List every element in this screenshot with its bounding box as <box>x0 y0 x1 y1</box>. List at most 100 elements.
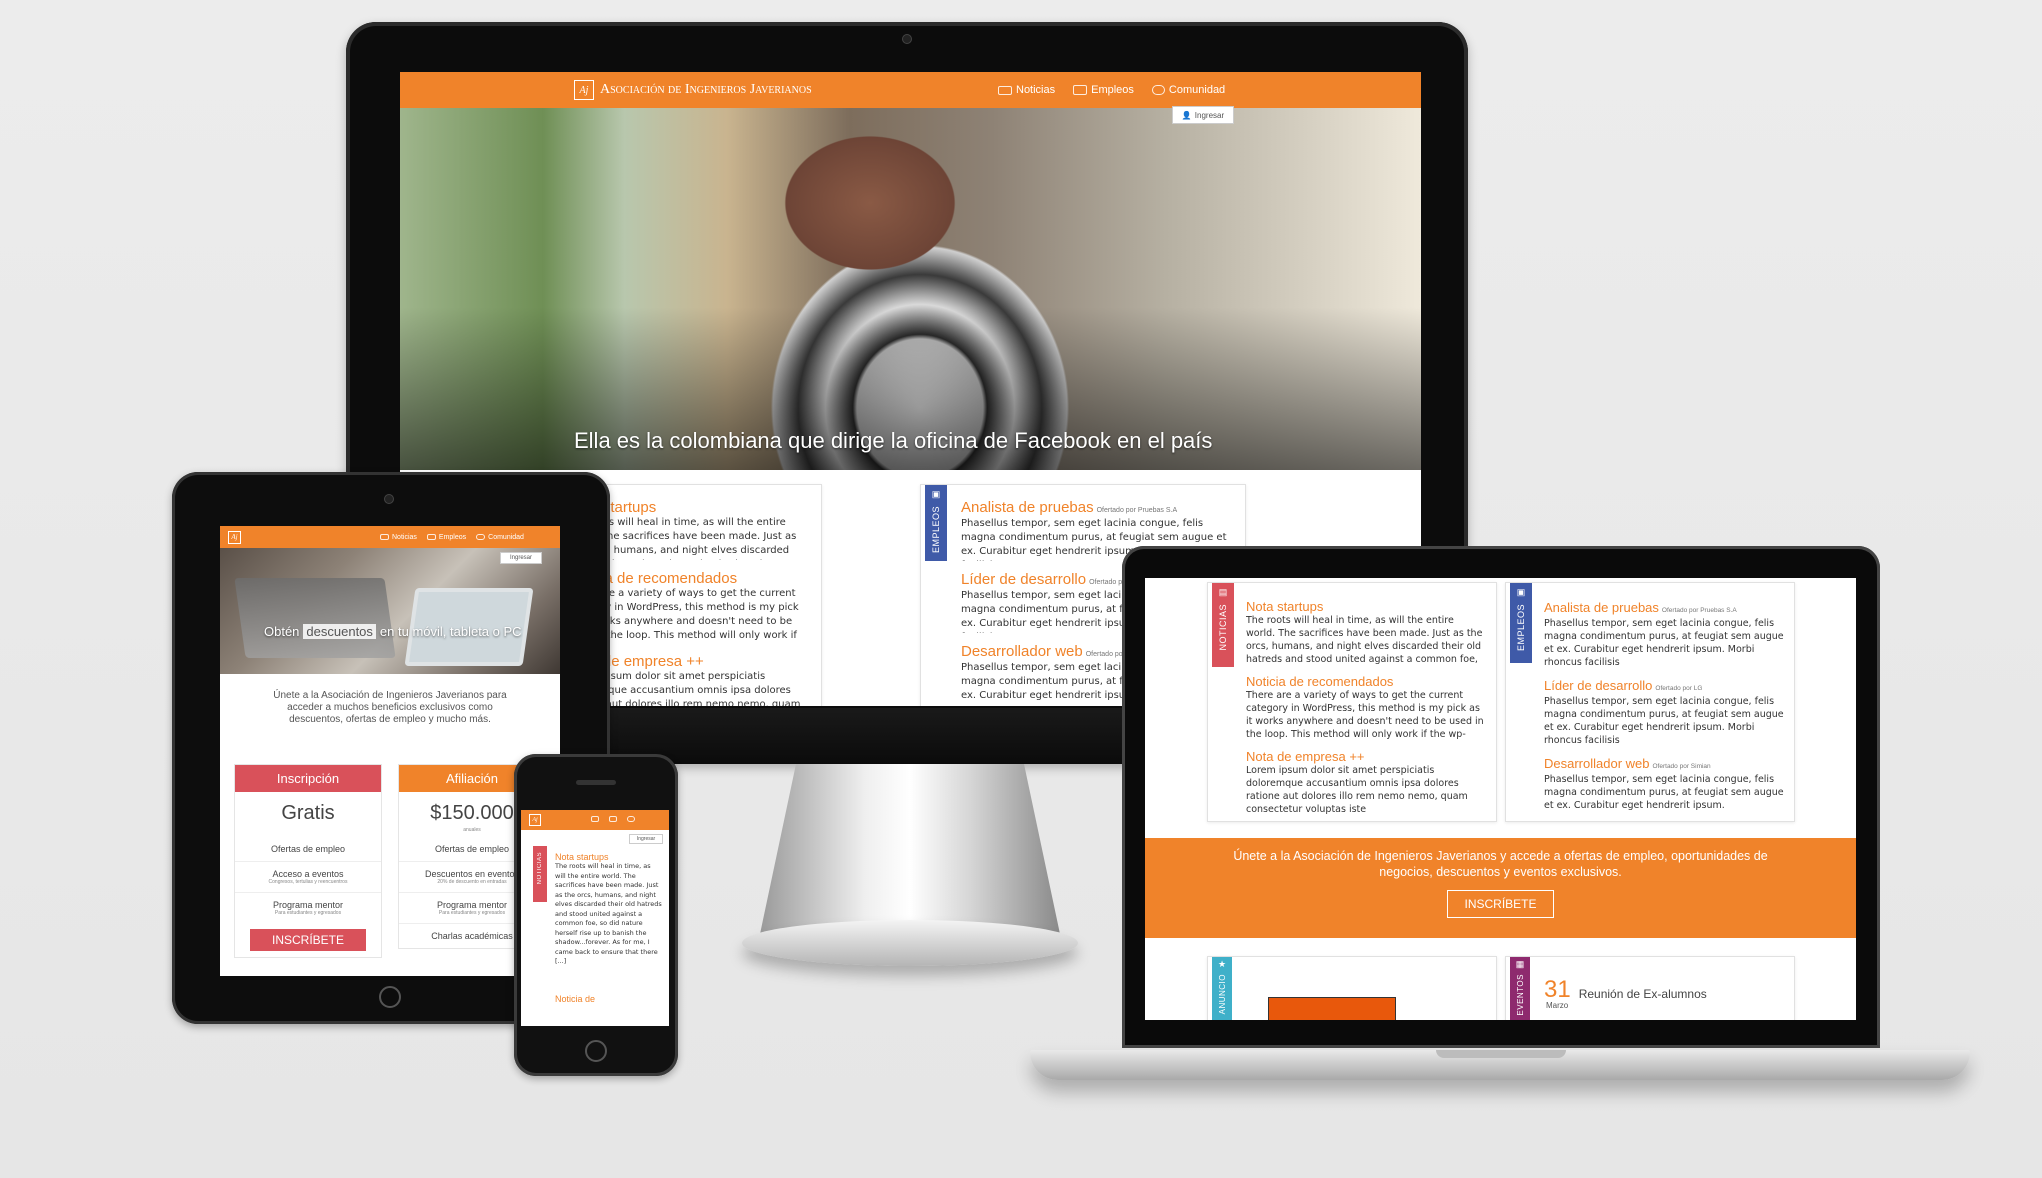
job-company: Ofertado por Pruebas S.A <box>1096 507 1178 514</box>
briefcase-icon <box>1073 85 1088 95</box>
join-text: Únete a la Asociación de Ingenieros Jave… <box>1233 849 1768 879</box>
newspaper-icon <box>998 85 1012 95</box>
announce-ribbon: ★ ANUNCIO <box>1212 957 1232 1020</box>
newspaper-icon <box>380 534 389 540</box>
signup-button[interactable]: INSCRÍBETE <box>1447 890 1554 918</box>
nav-label: Empleos <box>1091 84 1134 96</box>
chat-icon <box>476 534 486 540</box>
calendar-icon: ▦ <box>1515 959 1525 969</box>
jobs-card: ▣ EMPLEOS Analista de pruebas Ofertado po… <box>1505 582 1795 822</box>
job-item[interactable]: Analista de pruebas Ofertado por Pruebas … <box>961 499 1233 517</box>
tablet-hero[interactable]: Ingresar Obtén descuentos en tu móvil, t… <box>220 548 560 674</box>
news-label: NOTICIAS <box>1218 604 1228 651</box>
login-button[interactable]: Ingresar <box>629 834 663 844</box>
feature-label: Descuentos en eventos <box>424 869 520 879</box>
job-item[interactable]: Desarrollador web Ofertado por Simian <box>1544 755 1784 773</box>
event-item[interactable]: 31 Reunión de Ex-alumnos Marzo <box>1544 978 1707 1011</box>
news-title[interactable]: Noticia de <box>555 994 663 1004</box>
site-brand[interactable]: Asociación de Ingenieros Javerianos <box>600 82 812 98</box>
announcement-image[interactable] <box>1268 997 1396 1020</box>
briefcase-icon: ▣ <box>931 489 941 499</box>
news-excerpt: Lorem ipsum dolor sit amet perspiciatis … <box>1246 765 1468 815</box>
site-logo[interactable]: Aj <box>529 814 541 826</box>
caption-text: Obtén <box>264 624 300 639</box>
hero-caption[interactable]: Ella es la colombiana que dirige la ofic… <box>574 428 1212 454</box>
job-title: Desarrollador web <box>961 643 1083 660</box>
nav-noticias[interactable]: Noticias <box>998 72 1055 108</box>
site-navbar: Aj Noticias Empleos Comunidad <box>220 526 560 548</box>
news-card: ▤ NOTICIAS Nota startups The roots will … <box>1207 582 1497 822</box>
job-title: Analista de pruebas <box>1544 600 1659 615</box>
nav-label: Comunidad <box>488 533 524 541</box>
jobs-label: EMPLEOS <box>931 506 941 554</box>
site-logo[interactable]: Aj <box>228 530 241 544</box>
chat-icon <box>1151 85 1165 95</box>
plan-card-inscripcion: Inscripción Gratis Ofertas de empleo Acc… <box>234 764 382 958</box>
feature-label: Charlas académicas <box>431 931 513 941</box>
caption-text: en tu móvil, tableta o PC <box>379 624 522 639</box>
main-nav <box>591 816 635 822</box>
briefcase-icon <box>426 534 436 540</box>
news-title[interactable]: Nota startups <box>1246 599 1486 614</box>
tablet-home-button <box>379 986 401 1008</box>
announcement-card: ★ ANUNCIO <box>1207 956 1497 1020</box>
plan-name: Inscripción <box>235 765 381 792</box>
job-title: Desarrollador web <box>1544 756 1650 771</box>
tablet-screen: Aj Noticias Empleos Comunidad Ingresar O… <box>220 526 560 976</box>
announce-label: ANUNCIO <box>1217 974 1227 1015</box>
laptop-notch <box>1436 1050 1566 1058</box>
tablet-camera <box>384 494 394 504</box>
login-label: Ingresar <box>1194 110 1225 120</box>
signup-button[interactable]: INSCRÍBETE <box>249 929 366 951</box>
job-company: Ofertado por Simian <box>1652 763 1711 770</box>
job-title: Líder de desarrollo <box>961 571 1087 588</box>
star-icon: ★ <box>1217 959 1227 969</box>
jobs-ribbon: ▣ EMPLEOS <box>1510 583 1532 663</box>
job-item[interactable]: Líder de desarrollo Ofertado por LG <box>1544 677 1784 695</box>
briefcase-icon[interactable] <box>609 816 617 822</box>
login-button[interactable]: 👤 Ingresar <box>1172 106 1234 124</box>
tablet-hero-caption: Obtén descuentos en tu móvil, tableta o … <box>264 624 522 639</box>
hero-image[interactable]: Ella es la colombiana que dirige la ofic… <box>400 108 1421 470</box>
chat-icon[interactable] <box>627 816 635 822</box>
nav-empleos[interactable]: Empleos <box>1073 72 1134 108</box>
feature-label: Programa mentor <box>272 900 344 910</box>
news-title[interactable]: Nota startups <box>555 852 663 862</box>
login-label: Ingresar <box>636 836 656 842</box>
news-title[interactable]: Nota de empresa ++ <box>1246 749 1486 764</box>
job-excerpt: Phasellus tempor, sem eget lacinia congu… <box>1544 618 1784 668</box>
nav-noticias[interactable]: Noticias <box>380 526 417 548</box>
nav-empleos[interactable]: Empleos <box>426 526 467 548</box>
jobs-label: EMPLEOS <box>1516 604 1526 652</box>
job-excerpt: Phasellus tempor, sem eget lacinia congu… <box>1544 774 1784 811</box>
job-company: Ofertado por LG <box>1655 685 1703 692</box>
newspaper-icon: ▤ <box>1218 587 1228 597</box>
job-title: Líder de desarrollo <box>1544 678 1653 693</box>
laptop-screen: ▤ NOTICIAS Nota startups The roots will … <box>1145 578 1856 1020</box>
caption-highlight: descuentos <box>303 624 376 639</box>
events-label: EVENTOS <box>1515 974 1525 1016</box>
nav-comunidad[interactable]: Comunidad <box>1151 72 1225 108</box>
phone-speaker <box>576 780 616 785</box>
monitor-camera <box>902 34 912 44</box>
plan-feature: Programa mentor Para estudiantes y egresa… <box>235 892 381 923</box>
nav-label: Noticias <box>1016 84 1056 96</box>
nav-label: Empleos <box>438 533 467 541</box>
news-excerpt: There are a variety of ways to get the c… <box>1246 690 1484 740</box>
feature-note: Congresos, tertulias y reencuentros <box>268 879 348 885</box>
news-title[interactable]: Noticia de recomendados <box>1246 674 1486 689</box>
newspaper-icon[interactable] <box>591 816 599 822</box>
tablet-intro: Únete a la Asociación de Ingenieros Jave… <box>273 690 507 725</box>
login-button[interactable]: Ingresar <box>500 552 542 564</box>
job-item[interactable]: Analista de pruebas Ofertado por Pruebas … <box>1544 599 1784 617</box>
briefcase-icon: ▣ <box>1516 587 1526 597</box>
phone-news: Nota startups The roots will heal in tim… <box>555 852 663 1004</box>
jobs-ribbon: ▣ EMPLEOS <box>925 485 947 561</box>
nav-label: Noticias <box>392 533 417 541</box>
phone-home-button <box>585 1040 607 1062</box>
news-ribbon: ▤ NOTICIAS <box>1212 583 1234 667</box>
nav-comunidad[interactable]: Comunidad <box>476 526 524 548</box>
user-icon: 👤 <box>1181 110 1192 120</box>
site-logo[interactable]: Aj <box>574 80 594 100</box>
news-excerpt: The roots will heal in time, as will the… <box>555 862 662 965</box>
